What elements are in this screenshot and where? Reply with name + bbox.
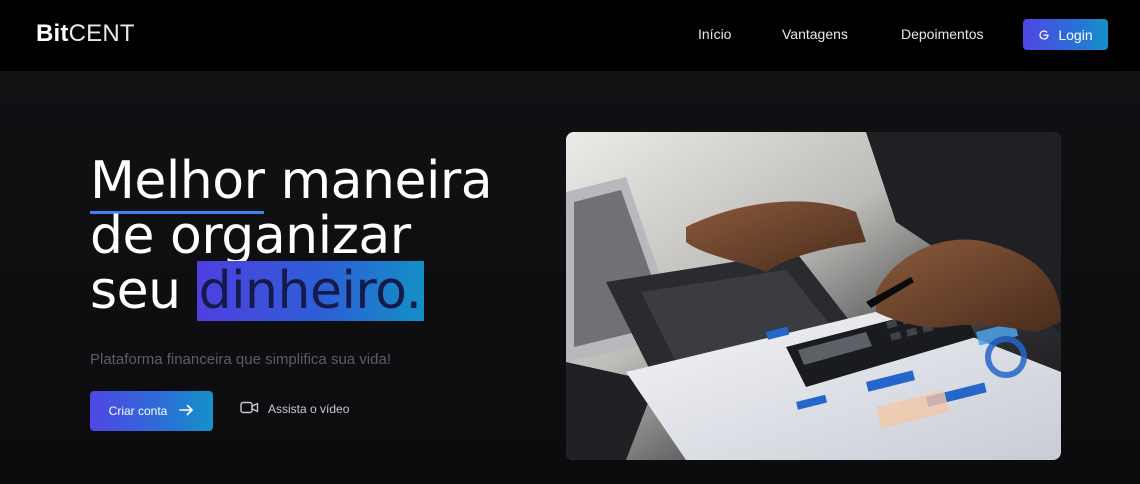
nav-link-inicio[interactable]: Início [698, 24, 731, 44]
headline-underlined-word: Melhor [90, 151, 265, 214]
nav-link-depoimentos[interactable]: Depoimentos [901, 24, 984, 44]
headline-line-3-plain: seu [90, 261, 197, 321]
create-account-label: Criar conta [108, 404, 168, 418]
headline-line-2: de organizar [90, 206, 411, 266]
logo[interactable]: BitCENT [36, 20, 135, 48]
video-camera-icon [240, 401, 259, 417]
watch-video-label: Assista o vídeo [268, 402, 350, 416]
google-icon [1038, 29, 1050, 41]
login-button[interactable]: Login [1023, 19, 1108, 50]
hero-headline: Melhor maneira de organizar seu dinheiro… [90, 151, 493, 321]
logo-bold-text: Bit [36, 20, 69, 47]
headline-highlight-word: dinheiro. [196, 261, 424, 321]
headline-line-1: Melhor maneira [90, 151, 493, 214]
nav-link-vantagens[interactable]: Vantagens [782, 24, 848, 44]
hero-subtitle: Plataforma financeira que simplifica sua… [90, 351, 391, 368]
headline-line-1-rest: maneira [264, 151, 493, 211]
create-account-button[interactable]: Criar conta [90, 391, 213, 431]
top-navbar: BitCENT Início Vantagens Depoimentos Log… [0, 0, 1140, 71]
arrow-right-icon [179, 404, 194, 419]
headline-line-3: seu dinheiro. [90, 261, 492, 321]
logo-light-text: CENT [68, 20, 135, 47]
watch-video-link[interactable]: Assista o vídeo [240, 401, 349, 417]
login-label: Login [1058, 26, 1093, 43]
hero-image [566, 132, 1061, 460]
